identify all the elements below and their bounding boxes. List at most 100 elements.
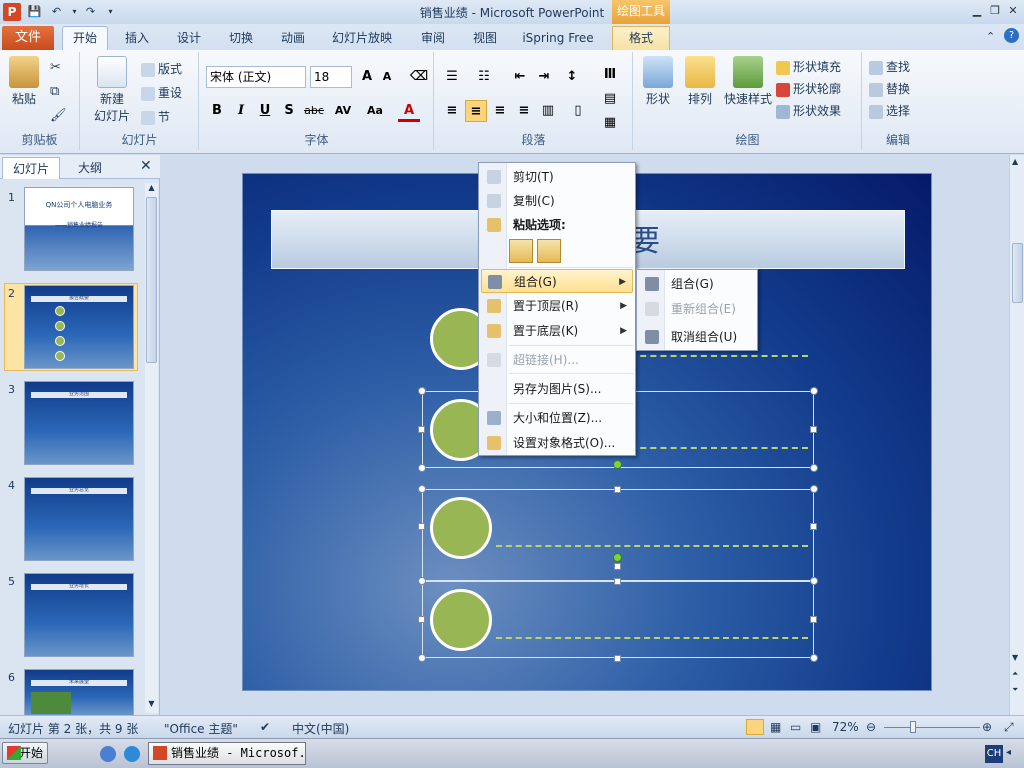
resize-handle[interactable] (810, 387, 818, 395)
zoom-slider[interactable] (884, 727, 980, 728)
align-text-icon[interactable]: ▤ (599, 88, 621, 110)
quicklaunch-icon[interactable] (100, 746, 116, 762)
decrease-indent-icon[interactable]: ⇤ (509, 66, 531, 88)
slide-thumbnail-5[interactable]: 业务增长 (24, 573, 134, 657)
resize-handle[interactable] (810, 616, 817, 623)
help-icon[interactable]: ? (1004, 28, 1019, 43)
language-indicator[interactable]: 中文(中国) (292, 720, 349, 737)
paste-keep-source-icon[interactable] (509, 239, 533, 263)
strikethrough-button[interactable]: abc (300, 100, 328, 122)
increase-indent-icon[interactable]: ⇥ (533, 66, 555, 88)
align-center-icon[interactable]: ≡ (465, 100, 487, 122)
tab-slides-panel[interactable]: 幻灯片 (2, 157, 60, 179)
italic-button[interactable]: I (230, 100, 252, 122)
slide-thumbnail-6[interactable]: 未来展望 (24, 669, 134, 715)
restore-icon[interactable]: ❐ (986, 3, 1004, 19)
quick-styles-button[interactable]: 快速样式 (722, 56, 774, 107)
menu-item-save-as-picture[interactable]: 另存为图片(S)... (481, 377, 633, 401)
tab-home[interactable]: 开始 (62, 26, 108, 51)
text-direction-icon[interactable]: Ⅲ (599, 64, 621, 86)
align-left-icon[interactable]: ≡ (441, 100, 463, 122)
close-icon[interactable]: ✕ (1004, 3, 1022, 19)
scroll-up-icon[interactable]: ▲ (145, 183, 158, 197)
copy-icon[interactable]: ⧉ (50, 84, 59, 99)
submenu-item-group[interactable]: 组合(G) (639, 272, 755, 296)
menu-item-bring-front[interactable]: 置于顶层(R) ▶ (481, 294, 633, 318)
zoom-out-icon[interactable]: ⊖ (866, 720, 876, 734)
editor-scrollbar[interactable]: ▲ ▼ ⏶ ⏷ (1009, 155, 1024, 715)
tab-ispring[interactable]: iSpring Free (516, 28, 600, 50)
taskbar-item-powerpoint[interactable]: 销售业绩 - Microsof... (148, 742, 306, 765)
paste-picture-icon[interactable] (537, 239, 561, 263)
zoom-slider-thumb[interactable] (910, 721, 916, 733)
tab-animations[interactable]: 动画 (272, 28, 314, 50)
menu-item-size-position[interactable]: 大小和位置(Z)... (481, 406, 633, 430)
tab-review[interactable]: 审阅 (412, 28, 454, 50)
section-button[interactable]: 节 (141, 108, 170, 125)
minimize-icon[interactable]: ▁ (968, 3, 986, 19)
resize-handle[interactable] (418, 616, 425, 623)
tab-file[interactable]: 文件 (2, 26, 54, 50)
format-painter-icon[interactable]: 🖌 (50, 108, 67, 123)
tab-view[interactable]: 视图 (464, 28, 506, 50)
resize-handle[interactable] (418, 577, 426, 585)
shape-fill-button[interactable]: 形状填充 (776, 58, 841, 75)
underline-button[interactable]: U (254, 100, 276, 122)
resize-handle[interactable] (810, 426, 817, 433)
align-right-icon[interactable]: ≡ (489, 100, 511, 122)
rotate-handle[interactable] (613, 553, 622, 562)
resize-handle[interactable] (810, 485, 818, 493)
tab-insert[interactable]: 插入 (116, 28, 158, 50)
bullet-circle[interactable] (430, 497, 492, 559)
resize-handle[interactable] (810, 577, 818, 585)
zoom-in-icon[interactable]: ⊕ (982, 720, 992, 734)
shapes-button[interactable]: 形状 (638, 56, 678, 107)
tab-outline-panel[interactable]: 大纲 (64, 157, 116, 179)
reset-button[interactable]: 重设 (141, 84, 182, 101)
columns-icon[interactable]: ▯ (567, 100, 589, 122)
select-button[interactable]: 选择 (869, 102, 910, 119)
resize-handle[interactable] (614, 563, 621, 570)
resize-handle[interactable] (810, 654, 818, 662)
cut-icon[interactable]: ✂ (50, 60, 61, 75)
resize-handle[interactable] (418, 387, 426, 395)
font-size-select[interactable]: 18 (310, 66, 352, 88)
font-color-button[interactable]: A (398, 100, 420, 122)
slideshow-view-icon[interactable]: ▣ (810, 720, 821, 734)
resize-handle[interactable] (614, 578, 621, 585)
menu-item-cut[interactable]: 剪切(T) (481, 165, 633, 189)
shape-effects-button[interactable]: 形状效果 (776, 102, 841, 119)
bold-button[interactable]: B (206, 100, 228, 122)
scroll-up-icon[interactable]: ▲ (1012, 157, 1018, 166)
collapse-ribbon-icon[interactable]: ⌃ (986, 30, 995, 43)
resize-handle[interactable] (418, 654, 426, 662)
reading-view-icon[interactable]: ▭ (790, 720, 801, 734)
slide-thumbnail-4[interactable]: 业务总览 (24, 477, 134, 561)
shape-outline-button[interactable]: 形状轮廓 (776, 80, 841, 97)
shadow-button[interactable]: S (278, 100, 300, 122)
panel-scrollbar[interactable]: ▲ ▼ (145, 183, 158, 713)
resize-handle[interactable] (418, 485, 426, 493)
grow-font-button[interactable]: A (356, 66, 378, 88)
change-case-button[interactable]: Aa (362, 100, 388, 122)
browser-icon[interactable] (124, 746, 140, 762)
tab-transitions[interactable]: 切换 (220, 28, 262, 50)
normal-view-icon[interactable] (746, 719, 764, 735)
replace-button[interactable]: 替换 (869, 80, 910, 97)
resize-handle[interactable] (418, 426, 425, 433)
slide-thumbnail-2[interactable]: 报告概要 (24, 285, 134, 369)
ime-indicator[interactable]: CH (985, 745, 1003, 763)
resize-handle[interactable] (614, 655, 621, 662)
tab-design[interactable]: 设计 (168, 28, 210, 50)
resize-handle[interactable] (810, 523, 817, 530)
numbering-icon[interactable]: ☷ (473, 66, 495, 88)
resize-handle[interactable] (418, 464, 426, 472)
close-panel-icon[interactable]: ✕ (140, 158, 152, 174)
justify-icon[interactable]: ≡ (513, 100, 535, 122)
menu-item-group[interactable]: 组合(G) ▶ (481, 269, 633, 293)
menu-item-copy[interactable]: 复制(C) (481, 189, 633, 213)
zoom-level[interactable]: 72% (832, 720, 859, 734)
spellcheck-icon[interactable]: ✔ (260, 720, 270, 734)
scroll-down-icon[interactable]: ▼ (145, 699, 158, 713)
paste-button[interactable]: 粘贴 (6, 56, 42, 107)
